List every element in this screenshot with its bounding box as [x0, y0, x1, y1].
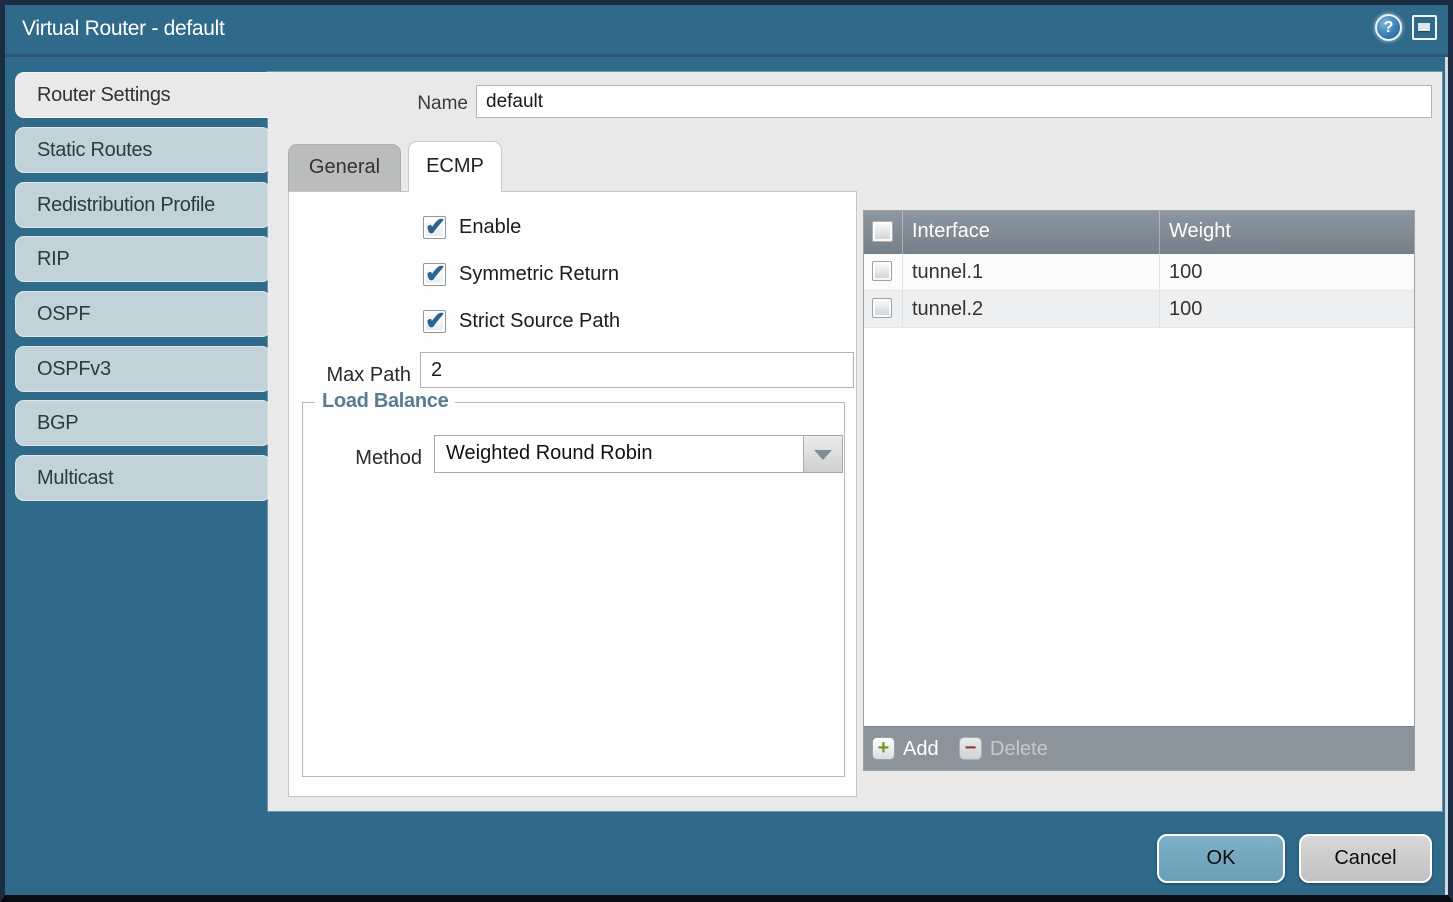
column-separator [902, 211, 903, 254]
row-checkbox[interactable] [872, 298, 892, 318]
row-checkbox[interactable] [872, 261, 892, 281]
virtual-router-dialog: Virtual Router - default ? Router Settin… [0, 0, 1453, 902]
add-button-label: Add [903, 737, 939, 761]
tab-general[interactable]: General [288, 144, 401, 191]
title-bar: Virtual Router - default ? [5, 5, 1448, 57]
cell-weight: 100 [1169, 261, 1202, 284]
table-header: Interface Weight [864, 211, 1414, 254]
table-toolbar: + Add − Delete [864, 726, 1414, 770]
window-restore-icon[interactable] [1412, 15, 1437, 40]
max-path-label: Max Path [289, 364, 411, 387]
method-label: Method [303, 447, 422, 470]
main-panel: Name General ECMP Enable Symmetric Retur… [268, 72, 1442, 811]
column-separator [1159, 211, 1160, 254]
dialog-title: Virtual Router - default [22, 17, 225, 41]
sidebar-item-ospfv3[interactable]: OSPFv3 [15, 346, 271, 392]
name-label: Name [368, 93, 468, 115]
ecmp-interface-table: Interface Weight tunnel.1 100 tunnel.2 1… [863, 210, 1415, 771]
method-value: Weighted Round Robin [446, 442, 652, 465]
sidebar-item-redistribution-profile[interactable]: Redistribution Profile [15, 182, 271, 228]
cell-interface: tunnel.1 [912, 261, 983, 284]
strict-source-path-label: Strict Source Path [459, 310, 620, 333]
column-separator [902, 254, 903, 290]
sidebar-item-rip[interactable]: RIP [15, 236, 271, 282]
table-row[interactable]: tunnel.2 100 [864, 291, 1414, 328]
max-path-input[interactable] [420, 352, 854, 388]
sidebar-item-multicast[interactable]: Multicast [15, 455, 271, 501]
column-header-weight: Weight [1169, 220, 1231, 243]
strict-source-path-checkbox[interactable] [423, 310, 446, 333]
sidebar-item-router-settings[interactable]: Router Settings [15, 72, 275, 118]
load-balance-legend: Load Balance [315, 390, 455, 413]
enable-label: Enable [459, 216, 521, 239]
method-dropdown[interactable]: Weighted Round Robin [434, 435, 843, 473]
select-all-checkbox[interactable] [872, 221, 893, 242]
delete-button-label: Delete [990, 737, 1048, 761]
cell-interface: tunnel.2 [912, 298, 983, 321]
column-separator [1159, 254, 1160, 290]
sidebar-item-ospf[interactable]: OSPF [15, 291, 271, 337]
sidebar-item-static-routes[interactable]: Static Routes [15, 127, 271, 173]
symmetric-return-checkbox[interactable] [423, 263, 446, 286]
table-row[interactable]: tunnel.1 100 [864, 254, 1414, 291]
ecmp-panel: Enable Symmetric Return Strict Source Pa… [288, 191, 857, 797]
cancel-button[interactable]: Cancel [1299, 834, 1432, 883]
dropdown-arrow-icon[interactable] [803, 436, 842, 472]
ok-button[interactable]: OK [1157, 834, 1285, 883]
symmetric-return-label: Symmetric Return [459, 263, 619, 286]
enable-checkbox[interactable] [423, 216, 446, 239]
cell-weight: 100 [1169, 298, 1202, 321]
tab-ecmp[interactable]: ECMP [408, 141, 502, 192]
column-separator [1159, 291, 1160, 327]
name-input[interactable] [476, 85, 1432, 118]
sidebar-item-bgp[interactable]: BGP [15, 400, 271, 446]
column-separator [902, 291, 903, 327]
load-balance-fieldset: Load Balance Method Weighted Round Robin [302, 402, 845, 777]
add-icon: + [872, 737, 895, 760]
column-header-interface: Interface [912, 220, 990, 243]
delete-icon: − [959, 737, 982, 760]
help-icon[interactable]: ? [1375, 14, 1402, 41]
